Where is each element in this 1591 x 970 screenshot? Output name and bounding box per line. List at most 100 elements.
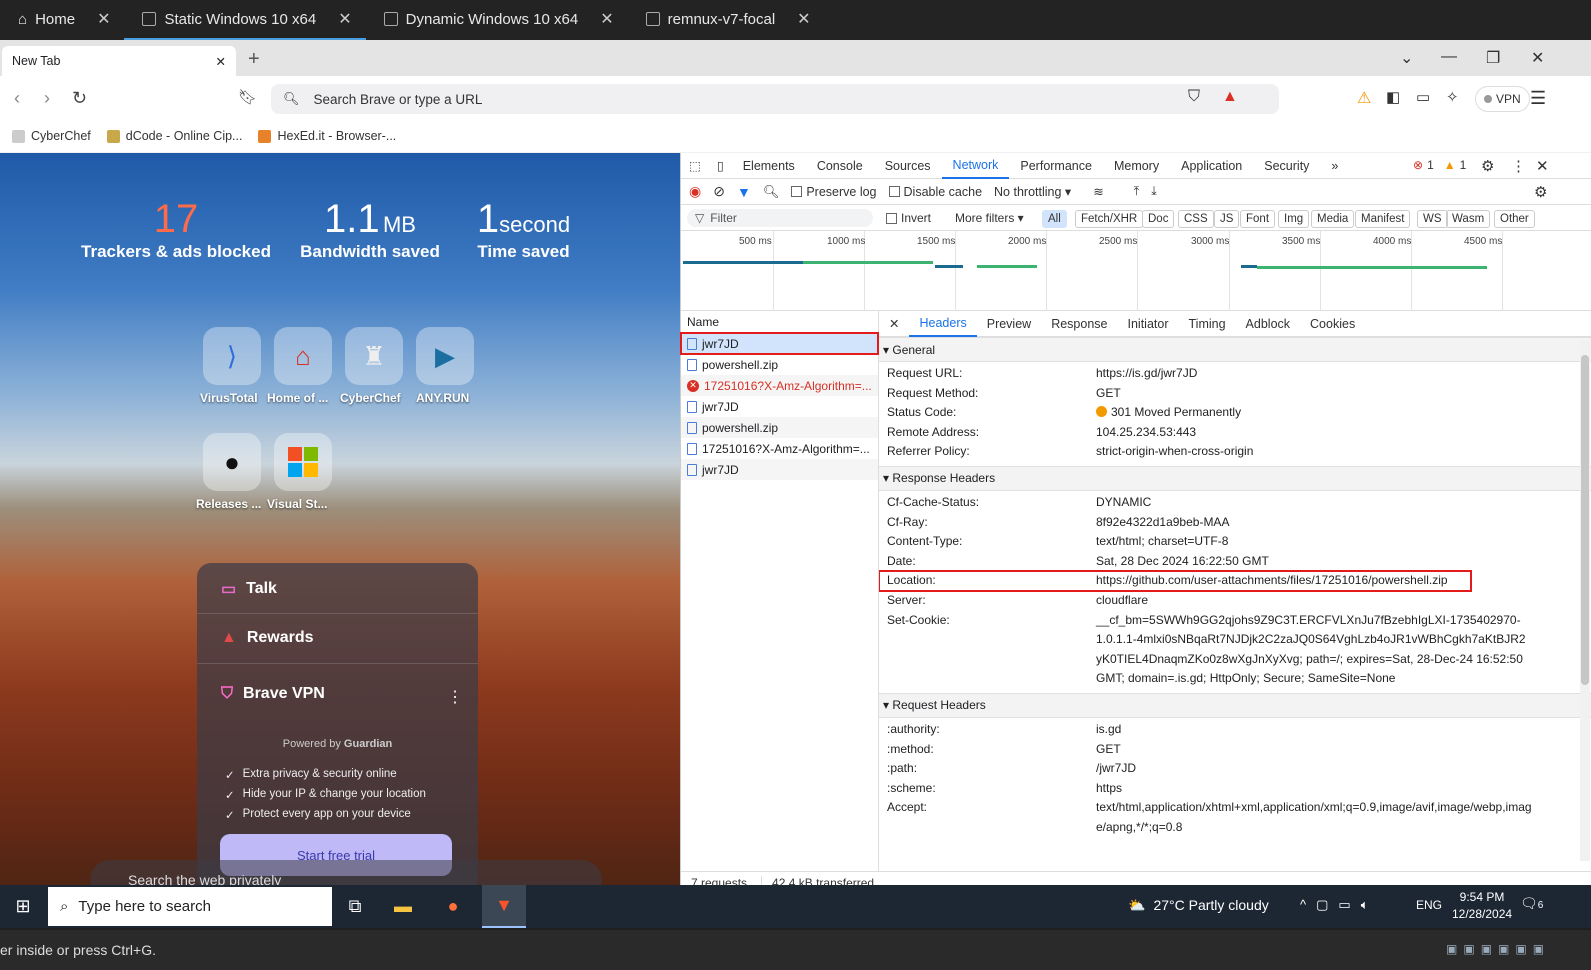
chip-media[interactable]: Media [1311, 210, 1355, 228]
url-bar[interactable]: 🔍︎ Search Brave or type a URL [271, 84, 1279, 114]
volume-icon[interactable]: 🔈︎ [1361, 897, 1369, 913]
close-icon[interactable]: ✕ [338, 9, 351, 29]
close-icon[interactable]: ✕ [797, 9, 810, 29]
vpn-button[interactable]: VPN [1475, 86, 1530, 112]
chip-fetch-xhr[interactable]: Fetch/XHR [1075, 210, 1144, 228]
name-column-header[interactable]: Name [681, 311, 878, 333]
more-options-icon[interactable]: ⋮ [447, 687, 463, 707]
tab-network[interactable]: Network [941, 153, 1010, 179]
bookmark-hexed[interactable]: HexEd.it - Browser-... [258, 129, 396, 143]
customize-menu-icon[interactable]: ⋮ [1511, 157, 1526, 175]
network-conditions-icon[interactable]: ≋ [1093, 184, 1103, 199]
close-tab-icon[interactable]: ✕ [216, 54, 226, 69]
search-icon[interactable]: 🔍︎ [763, 184, 780, 200]
general-section-header[interactable]: ▾ General [879, 337, 1591, 362]
windows-start-icon[interactable]: ⊞ [10, 893, 36, 919]
new-tab-button[interactable]: + [248, 48, 260, 71]
vm-tab-remnux[interactable]: remnux-v7-focal ✕ [628, 0, 825, 40]
firefox-icon[interactable]: ● [440, 893, 466, 919]
chip-wasm[interactable]: Wasm [1446, 210, 1491, 228]
vm-tab-home[interactable]: ⌂ Home ✕ [0, 0, 124, 40]
back-icon[interactable]: ‹ [14, 88, 20, 109]
tab-initiator[interactable]: Initiator [1118, 311, 1179, 337]
detail-scrollbar[interactable] [1580, 341, 1590, 861]
network-settings-icon[interactable]: ⚙ [1534, 183, 1547, 201]
chip-manifest[interactable]: Manifest [1355, 210, 1411, 228]
language-indicator[interactable]: ENG [1416, 898, 1442, 912]
vm-tab-dynamic[interactable]: Dynamic Windows 10 x64 ✕ [366, 0, 628, 40]
chip-all[interactable]: All [1042, 210, 1067, 228]
chip-js[interactable]: JS [1214, 210, 1240, 228]
brave-taskbar-icon[interactable]: ▼ [482, 885, 526, 928]
inspect-icon[interactable]: ⬚ [681, 153, 709, 179]
close-icon[interactable]: ✕ [97, 9, 110, 29]
tab-console[interactable]: Console [806, 153, 874, 179]
response-headers-section-header[interactable]: ▾ Response Headers [879, 465, 1591, 491]
tab-security[interactable]: Security [1253, 153, 1320, 179]
tab-preview[interactable]: Preview [977, 311, 1041, 337]
clear-icon[interactable]: ⊘ [713, 183, 725, 200]
bookmark-cyberchef[interactable]: CyberChef [12, 129, 91, 143]
forward-icon[interactable]: › [44, 88, 50, 109]
tile-virustotal[interactable]: ⟩ [203, 327, 261, 385]
warning-icon[interactable]: ⚠ [1357, 88, 1371, 108]
filter-icon[interactable]: ▼ [737, 184, 751, 200]
request-row[interactable]: 17251016?X-Amz-Algorithm=... [681, 438, 878, 459]
menu-icon[interactable]: ☰ [1530, 88, 1546, 109]
disable-cache-checkbox[interactable]: Disable cache [888, 185, 982, 199]
wallet-icon[interactable]: ▭ [1416, 88, 1430, 106]
file-explorer-icon[interactable]: ▬ [390, 893, 416, 919]
show-hidden-icon[interactable]: ^ [1300, 897, 1306, 913]
tray-app-icon[interactable]: ▢ [1316, 897, 1328, 913]
tab-cookies[interactable]: Cookies [1300, 311, 1365, 337]
request-row[interactable]: powershell.zip [681, 354, 878, 375]
record-icon[interactable]: ◉ [689, 183, 701, 200]
vm-device-icon[interactable]: ▣ [1446, 942, 1457, 956]
chip-img[interactable]: Img [1278, 210, 1310, 228]
issue-counters[interactable]: ⊗ 1 ▲ 1 [1413, 158, 1466, 172]
request-row[interactable]: jwr7JD [681, 459, 878, 480]
tile-anyrun[interactable]: ▶ [416, 327, 474, 385]
tab-memory[interactable]: Memory [1103, 153, 1170, 179]
chip-font[interactable]: Font [1240, 210, 1276, 228]
request-row[interactable]: powershell.zip [681, 417, 878, 438]
tile-home[interactable]: ⌂ [274, 327, 332, 385]
clock[interactable]: 9:54 PM 12/28/2024 [1452, 889, 1512, 923]
close-detail-icon[interactable]: ✕ [879, 311, 909, 337]
tab-adblock[interactable]: Adblock [1236, 311, 1300, 337]
invert-checkbox[interactable]: Invert [886, 211, 931, 225]
vm-tab-static[interactable]: Static Windows 10 x64 ✕ [124, 0, 366, 40]
restore-icon[interactable]: ❐ [1486, 48, 1500, 68]
upload-icon[interactable]: ⤒ [1134, 184, 1140, 199]
tab-response[interactable]: Response [1041, 311, 1117, 337]
tile-visual-studio[interactable] [274, 433, 332, 491]
settings-gear-icon[interactable]: ⚙ [1481, 157, 1494, 175]
scrollbar-thumb[interactable] [1581, 355, 1589, 685]
browser-tab-new-tab[interactable]: New Tab ✕ [2, 46, 236, 76]
tab-application[interactable]: Application [1170, 153, 1253, 179]
download-icon[interactable]: ⤓ [1151, 184, 1157, 199]
device-toolbar-icon[interactable]: ▯ [709, 153, 732, 179]
weather-widget[interactable]: ⛅ 27°C Partly cloudy [1128, 897, 1269, 914]
chip-doc[interactable]: Doc [1142, 210, 1175, 228]
sidebar-icon[interactable]: ◧ [1386, 88, 1400, 106]
close-window-icon[interactable]: ✕ [1531, 48, 1544, 68]
tile-github[interactable]: ● [203, 433, 261, 491]
vm-device-icon[interactable]: ▣ [1463, 942, 1474, 956]
chip-css[interactable]: CSS [1178, 210, 1214, 228]
taskbar-search-box[interactable]: ⌕ Type here to search [48, 887, 332, 926]
throttling-select[interactable]: No throttling ▾ [994, 184, 1071, 199]
reload-icon[interactable]: ↻ [72, 88, 87, 109]
tab-performance[interactable]: Performance [1009, 153, 1103, 179]
preserve-log-checkbox[interactable]: Preserve log [791, 185, 877, 199]
filter-input[interactable]: ▽ Filter [687, 209, 873, 227]
vm-device-icon[interactable]: ▣ [1515, 942, 1526, 956]
leo-ai-icon[interactable]: ✧ [1446, 88, 1459, 106]
more-tabs-icon[interactable]: » [1320, 153, 1349, 179]
close-icon[interactable]: ✕ [600, 9, 613, 29]
bookmark-dcode[interactable]: dCode - Online Cip... [106, 129, 242, 143]
tab-timing[interactable]: Timing [1179, 311, 1236, 337]
talk-widget[interactable]: ▭ Talk [221, 579, 277, 599]
network-icon[interactable]: ▭ [1338, 897, 1350, 913]
tab-search-icon[interactable]: ⌄ [1400, 48, 1413, 68]
